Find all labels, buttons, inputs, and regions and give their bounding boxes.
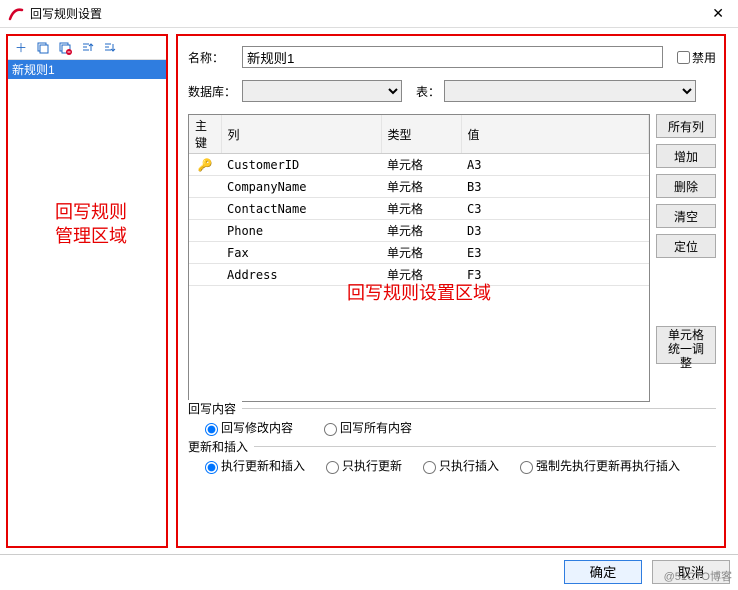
title-bar: 回写规则设置 ✕	[0, 0, 738, 28]
table-row[interactable]: Fax单元格E3	[189, 242, 649, 264]
cell-column: Fax	[221, 242, 381, 264]
disable-label: 禁用	[692, 49, 716, 66]
cell-pk	[189, 220, 221, 242]
table-row[interactable]: Address单元格F3	[189, 264, 649, 286]
cell-value: A3	[461, 154, 649, 176]
cell-column: CompanyName	[221, 176, 381, 198]
move-down-icon[interactable]	[100, 39, 118, 57]
table-row[interactable]: Phone单元格D3	[189, 220, 649, 242]
rules-management-panel: ＋ 新规则1 回写规则 管理区域	[6, 34, 168, 548]
cell-pk	[189, 242, 221, 264]
cell-type: 单元格	[381, 220, 461, 242]
rules-toolbar: ＋	[8, 36, 166, 60]
database-label: 数据库：	[188, 83, 242, 100]
rules-list: 新规则1	[8, 60, 166, 79]
cell-column: ContactName	[221, 198, 381, 220]
cell-pk	[189, 264, 221, 286]
radio-force-update-then-insert[interactable]: 强制先执行更新再执行插入	[515, 457, 680, 474]
cell-type: 单元格	[381, 198, 461, 220]
table-row[interactable]: CompanyName单元格B3	[189, 176, 649, 198]
name-label: 名称：	[188, 49, 242, 66]
grid-side-buttons: 所有列 增加 删除 清空 定位 单元格统一调整	[656, 114, 716, 402]
move-up-icon[interactable]	[78, 39, 96, 57]
cell-column: Address	[221, 264, 381, 286]
grid-header-row: 主键 列 类型 值	[189, 115, 649, 154]
add-column-button[interactable]: 增加	[656, 144, 716, 168]
add-rule-icon[interactable]: ＋	[12, 39, 30, 57]
close-button[interactable]: ✕	[706, 3, 730, 24]
database-select[interactable]	[242, 80, 402, 102]
rule-name-input[interactable]	[242, 46, 663, 68]
cell-value: D3	[461, 220, 649, 242]
group-title-writeback: 回写内容	[188, 400, 242, 417]
cell-type: 单元格	[381, 264, 461, 286]
cell-pk	[189, 198, 221, 220]
cell-value: F3	[461, 264, 649, 286]
update-insert-group: 更新和插入 执行更新和插入 只执行更新 只执行插入 强制先执行更新再执行插入	[188, 446, 716, 478]
cell-pk: 🔑	[189, 154, 221, 176]
radio-update-and-insert[interactable]: 执行更新和插入	[200, 457, 305, 474]
cell-column: CustomerID	[221, 154, 381, 176]
table-row[interactable]: ContactName单元格C3	[189, 198, 649, 220]
table-select[interactable]	[444, 80, 696, 102]
left-panel-caption: 回写规则 管理区域	[36, 200, 146, 248]
cell-type: 单元格	[381, 242, 461, 264]
rule-item[interactable]: 新规则1	[8, 60, 166, 79]
cell-type: 单元格	[381, 176, 461, 198]
radio-write-all[interactable]: 回写所有内容	[319, 419, 412, 436]
cell-value: B3	[461, 176, 649, 198]
cell-value: E3	[461, 242, 649, 264]
cell-type: 单元格	[381, 154, 461, 176]
col-header-column[interactable]: 列	[221, 115, 381, 154]
all-columns-button[interactable]: 所有列	[656, 114, 716, 138]
disable-checkbox[interactable]	[677, 51, 690, 64]
col-header-value[interactable]: 值	[461, 115, 649, 154]
radio-insert-only[interactable]: 只执行插入	[418, 457, 499, 474]
window-title: 回写规则设置	[30, 5, 706, 22]
app-logo-icon	[8, 6, 24, 22]
ok-button[interactable]: 确定	[564, 560, 642, 584]
table-row[interactable]: 🔑CustomerID单元格A3	[189, 154, 649, 176]
dialog-body: ＋ 新规则1 回写规则 管理区域 名称： 禁用	[0, 28, 738, 554]
columns-grid[interactable]: 主键 列 类型 值 🔑CustomerID单元格A3CompanyName单元格…	[188, 114, 650, 402]
cell-adjust-button[interactable]: 单元格统一调整	[656, 326, 716, 364]
delete-column-button[interactable]: 删除	[656, 174, 716, 198]
cell-pk	[189, 176, 221, 198]
dialog-footer: 确定 取消	[0, 554, 738, 588]
radio-update-only[interactable]: 只执行更新	[321, 457, 402, 474]
col-header-pk[interactable]: 主键	[189, 115, 221, 154]
disable-checkbox-wrap[interactable]: 禁用	[673, 48, 716, 67]
copy-rule-icon[interactable]	[34, 39, 52, 57]
rule-settings-panel: 名称： 禁用 数据库： 表： 主键 列 类型	[176, 34, 726, 548]
cell-column: Phone	[221, 220, 381, 242]
cell-value: C3	[461, 198, 649, 220]
radio-write-modified[interactable]: 回写修改内容	[200, 419, 293, 436]
locate-button[interactable]: 定位	[656, 234, 716, 258]
writeback-content-group: 回写内容 回写修改内容 回写所有内容	[188, 408, 716, 440]
group-title-update-insert: 更新和插入	[188, 438, 254, 455]
delete-rule-icon[interactable]	[56, 39, 74, 57]
cancel-button[interactable]: 取消	[652, 560, 730, 584]
col-header-type[interactable]: 类型	[381, 115, 461, 154]
table-label: 表：	[416, 83, 440, 100]
clear-columns-button[interactable]: 清空	[656, 204, 716, 228]
